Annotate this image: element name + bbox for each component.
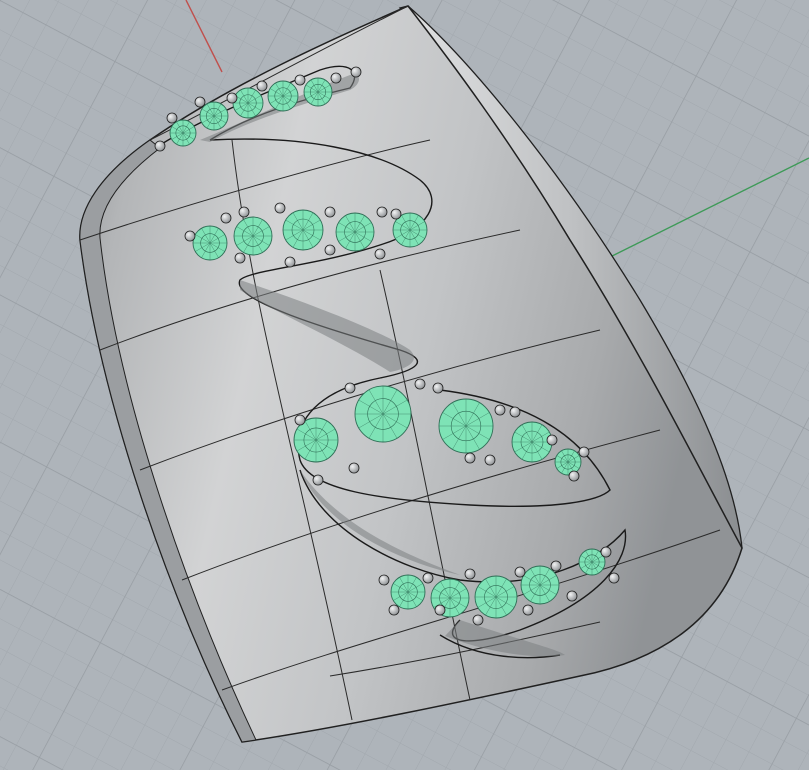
- prong-bead: [166, 112, 178, 124]
- gem-stone[interactable]: [520, 565, 560, 605]
- gem-stone[interactable]: [169, 119, 197, 147]
- gem-stone[interactable]: [390, 574, 426, 610]
- prong-bead: [330, 72, 342, 84]
- prong-bead: [464, 452, 476, 464]
- prong-bead: [608, 572, 620, 584]
- gem-stone[interactable]: [474, 575, 518, 619]
- prong-bead: [256, 80, 268, 92]
- prong-bead: [374, 248, 386, 260]
- prong-bead: [312, 474, 324, 486]
- gem-stone[interactable]: [282, 209, 324, 251]
- prong-bead: [348, 462, 360, 474]
- prong-bead: [234, 252, 246, 264]
- prong-bead: [432, 382, 444, 394]
- prong-bead: [578, 446, 590, 458]
- prong-bead: [568, 470, 580, 482]
- prong-bead: [484, 454, 496, 466]
- prong-bead: [566, 590, 578, 602]
- 3d-viewport[interactable]: [0, 0, 809, 770]
- prong-bead: [422, 572, 434, 584]
- gem-stone[interactable]: [267, 80, 299, 112]
- prong-bead: [194, 96, 206, 108]
- prong-bead: [220, 212, 232, 224]
- gem-stone[interactable]: [554, 448, 582, 476]
- viewport-canvas[interactable]: [0, 0, 809, 770]
- prong-bead: [294, 74, 306, 86]
- prong-bead: [226, 92, 238, 104]
- prong-bead: [434, 604, 446, 616]
- prong-bead: [154, 140, 166, 152]
- prong-bead: [284, 256, 296, 268]
- prong-bead: [238, 206, 250, 218]
- prong-bead: [600, 546, 612, 558]
- prong-bead: [376, 206, 388, 218]
- prong-bead: [494, 404, 506, 416]
- gem-stone[interactable]: [511, 421, 553, 463]
- prong-bead: [274, 202, 286, 214]
- prong-bead: [464, 568, 476, 580]
- gem-stone[interactable]: [335, 212, 375, 252]
- prong-bead: [414, 378, 426, 390]
- prong-bead: [550, 560, 562, 572]
- prong-bead: [324, 244, 336, 256]
- gem-stone[interactable]: [199, 101, 229, 131]
- prong-bead: [388, 604, 400, 616]
- prong-bead: [546, 434, 558, 446]
- prong-bead: [184, 230, 196, 242]
- gem-stone[interactable]: [354, 385, 412, 443]
- prong-bead: [514, 566, 526, 578]
- prong-bead: [522, 604, 534, 616]
- prong-bead: [378, 574, 390, 586]
- prong-bead: [294, 414, 306, 426]
- prong-bead: [350, 66, 362, 78]
- gem-stone[interactable]: [192, 225, 228, 261]
- prong-bead: [324, 206, 336, 218]
- prong-bead: [472, 614, 484, 626]
- gem-stone[interactable]: [232, 87, 264, 119]
- gem-stone[interactable]: [438, 398, 494, 454]
- gem-stone[interactable]: [233, 216, 273, 256]
- prong-bead: [390, 208, 402, 220]
- prong-bead: [509, 406, 521, 418]
- prong-bead: [344, 382, 356, 394]
- gem-stone[interactable]: [303, 77, 333, 107]
